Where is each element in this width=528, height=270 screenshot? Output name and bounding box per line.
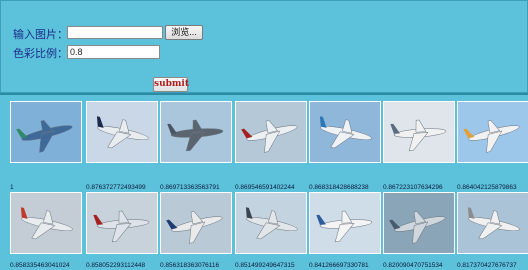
color-ratio-label: 色彩比例： bbox=[13, 47, 68, 60]
airplane-thumbnail[interactable] bbox=[309, 101, 381, 163]
similarity-score: 0.864042125879863 bbox=[457, 184, 517, 191]
similarity-score: 0.867223107634296 bbox=[383, 184, 443, 191]
airplane-icon bbox=[87, 102, 157, 162]
airplane-thumbnail[interactable] bbox=[160, 101, 232, 163]
airplane-thumbnail[interactable] bbox=[86, 192, 158, 254]
similarity-score: 0.841266697330781 bbox=[309, 262, 369, 269]
airplane-icon bbox=[236, 102, 306, 162]
airplane-icon bbox=[87, 193, 157, 253]
airplane-icon bbox=[161, 102, 231, 162]
airplane-icon bbox=[11, 102, 81, 162]
similarity-score: 0.868318428688238 bbox=[309, 184, 369, 191]
airplane-thumbnail[interactable] bbox=[160, 192, 232, 254]
file-path-input[interactable] bbox=[67, 26, 163, 39]
airplane-thumbnail[interactable] bbox=[457, 192, 528, 254]
submit-button[interactable]: submit bbox=[153, 77, 189, 92]
similarity-score: 0.851499249647315 bbox=[235, 262, 295, 269]
browse-button[interactable]: 浏览... bbox=[165, 25, 203, 40]
airplane-icon bbox=[384, 102, 454, 162]
airplane-thumbnail[interactable] bbox=[235, 192, 307, 254]
airplane-thumbnail[interactable] bbox=[86, 101, 158, 163]
airplane-icon bbox=[384, 193, 454, 253]
similarity-score: 0.876372772493499 bbox=[86, 184, 146, 191]
airplane-icon bbox=[236, 193, 306, 253]
airplane-icon bbox=[310, 193, 380, 253]
airplane-thumbnail[interactable] bbox=[235, 101, 307, 163]
similarity-score: 0.858335463041024 bbox=[10, 262, 70, 269]
airplane-icon bbox=[458, 193, 528, 253]
airplane-icon bbox=[310, 102, 380, 162]
airplane-thumbnail[interactable] bbox=[383, 192, 455, 254]
airplane-thumbnail[interactable] bbox=[10, 101, 82, 163]
similarity-score: 0.858052293112448 bbox=[86, 262, 146, 269]
results-grid: 1 0.876372772493499 0.869713363563791 0.869… bbox=[0, 93, 528, 270]
airplane-icon bbox=[161, 193, 231, 253]
airplane-icon bbox=[11, 193, 81, 253]
airplane-thumbnail[interactable] bbox=[10, 192, 82, 254]
airplane-thumbnail[interactable] bbox=[457, 101, 528, 163]
airplane-icon bbox=[458, 102, 528, 162]
upload-form-panel: 输入图片： 浏览... 色彩比例： 0.8 submit bbox=[0, 0, 528, 93]
airplane-thumbnail[interactable] bbox=[309, 192, 381, 254]
input-image-label: 输入图片： bbox=[13, 28, 68, 41]
airplane-thumbnail[interactable] bbox=[383, 101, 455, 163]
color-ratio-input[interactable]: 0.8 bbox=[67, 45, 160, 59]
similarity-score: 0.869546591402244 bbox=[235, 184, 295, 191]
similarity-score: 1 bbox=[10, 184, 14, 191]
similarity-score: 0.817370427676737 bbox=[457, 262, 517, 269]
similarity-score: 0.820090470751534 bbox=[383, 262, 443, 269]
similarity-score: 0.856318363076116 bbox=[160, 262, 220, 269]
similarity-score: 0.869713363563791 bbox=[160, 184, 220, 191]
